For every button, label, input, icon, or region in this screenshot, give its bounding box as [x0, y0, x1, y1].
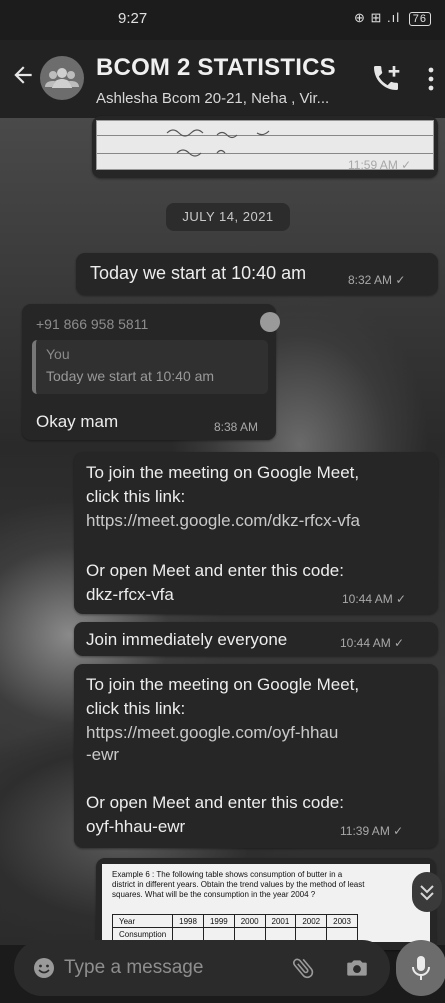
incoming-message[interactable]: +91 866 958 5811 You Today we start at 1…: [22, 304, 280, 440]
textbook-photo: Example 6 : The following table shows co…: [102, 864, 430, 942]
date-separator: JULY 14, 2021: [166, 203, 290, 231]
message-text: Join immediately everyone: [86, 630, 288, 649]
outgoing-message[interactable]: Join immediately everyone 10:44 AM ✓: [74, 622, 438, 656]
add-call-icon[interactable]: [370, 62, 402, 94]
mic-icon: [412, 956, 430, 980]
outgoing-message[interactable]: Today we start at 10:40 am 8:32 AM ✓: [76, 253, 438, 295]
message-text: click this link:: [86, 699, 186, 718]
read-tick-icon: ✓: [394, 636, 405, 650]
chat-title[interactable]: BCOM 2 STATISTICS: [96, 54, 336, 82]
read-tick-icon: ✓: [396, 592, 407, 606]
table-cell: Year: [111, 914, 174, 928]
message-input[interactable]: [64, 952, 284, 984]
doc-table: Year 1998 1999 2000 2001 2002 2003 Consu…: [111, 914, 358, 941]
table-cell: 2002: [295, 914, 328, 928]
chat-header: BCOM 2 STATISTICS Ashlesha Bcom 20-21, N…: [0, 40, 445, 118]
read-tick-icon: ✓: [395, 273, 406, 287]
attach-icon[interactable]: [290, 955, 316, 981]
message-composer: [14, 940, 390, 996]
message-time: 10:44 AM ✓: [342, 592, 406, 606]
meet-link[interactable]: https://meet.google.com/oyf-hhau: [86, 722, 338, 744]
quoted-text: Today we start at 10:40 am: [46, 368, 215, 384]
message-time-text: 8:32 AM: [348, 273, 393, 287]
message-text: To join the meeting on Google Meet,: [86, 675, 360, 694]
status-icons: ⊕ ⊞ .ıl 76: [354, 10, 431, 26]
table-cell: [326, 927, 358, 941]
message-time: 8:32 AM ✓: [348, 273, 405, 287]
read-tick-icon: ✓: [393, 824, 404, 838]
doc-line: district in different years. Obtain the …: [112, 880, 365, 889]
read-tick-icon: ✓: [401, 158, 412, 172]
sender-number[interactable]: +91 866 958 5811: [36, 316, 148, 332]
table-cell: 2003: [326, 914, 358, 928]
meet-link-continued[interactable]: -ewr: [86, 744, 119, 766]
message-time: 11:59 AM ✓: [348, 158, 411, 172]
message-time-text: 10:44 AM: [342, 592, 393, 606]
group-avatar-icon: [45, 68, 79, 88]
table-cell: 2000: [233, 914, 266, 928]
back-arrow-icon[interactable]: [10, 62, 36, 88]
sender-avatar[interactable]: [260, 312, 280, 332]
message-time: 11:39 AM ✓: [340, 824, 403, 838]
handwriting-scribble: [166, 129, 270, 157]
table-cell: [202, 927, 235, 941]
image-message-bubble[interactable]: 11:59 AM ✓: [92, 116, 438, 178]
table-cell: [172, 927, 204, 941]
table-cell: [233, 927, 266, 941]
meet-code: oyf-hhau-ewr: [86, 817, 186, 836]
table-cell: 1999: [202, 914, 235, 928]
doc-line: Example 6 : The following table shows co…: [112, 870, 343, 879]
image-message-bubble[interactable]: Example 6 : The following table shows co…: [96, 858, 436, 950]
message-text: Or open Meet and enter this code:: [86, 561, 344, 580]
group-avatar[interactable]: [40, 56, 84, 100]
table-cell: 1998: [172, 914, 204, 928]
table-row: Year 1998 1999 2000 2001 2002 2003: [111, 914, 358, 928]
voice-message-button[interactable]: [396, 940, 445, 996]
outgoing-message[interactable]: To join the meeting on Google Meet, clic…: [74, 664, 438, 848]
meet-code: dkz-rfcx-vfa: [86, 585, 174, 604]
quoted-author: You: [46, 346, 70, 362]
emoji-icon[interactable]: [32, 956, 56, 980]
signal-icons: ⊕ ⊞ .ıl: [354, 10, 401, 25]
table-cell: [295, 927, 328, 941]
quoted-message[interactable]: You Today we start at 10:40 am: [32, 340, 268, 394]
message-time-text: 11:39 AM: [340, 824, 390, 838]
outgoing-message[interactable]: To join the meeting on Google Meet, clic…: [74, 452, 438, 614]
chevron-down-icon: [420, 885, 434, 901]
camera-icon[interactable]: [344, 955, 370, 981]
table-cell: 2001: [264, 914, 297, 928]
message-time-text: 11:59 AM: [348, 158, 398, 172]
battery-indicator: 76: [408, 12, 431, 26]
message-text: Today we start at 10:40 am: [90, 263, 307, 283]
message-text: To join the meeting on Google Meet,: [86, 463, 360, 482]
chat-participants[interactable]: Ashlesha Bcom 20-21, Neha , Vir...: [96, 90, 329, 107]
table-row: Consumption: [111, 927, 358, 941]
doc-line: squares. What will be the consumption in…: [112, 890, 316, 899]
message-time: 10:44 AM ✓: [340, 636, 404, 650]
message-text: Or open Meet and enter this code:: [86, 793, 344, 812]
more-vert-icon[interactable]: [428, 66, 434, 92]
message-text: click this link:: [86, 487, 186, 506]
status-time: 9:27: [118, 10, 148, 27]
table-cell: [264, 927, 297, 941]
scroll-to-bottom-button[interactable]: [412, 872, 442, 912]
message-time: 8:38 AM: [214, 420, 259, 434]
message-time-text: 10:44 AM: [340, 636, 391, 650]
table-cell: Consumption: [111, 927, 174, 941]
status-bar: 9:27 ⊕ ⊞ .ıl 76: [0, 0, 445, 40]
meet-link[interactable]: https://meet.google.com/dkz-rfcx-vfa: [86, 510, 360, 532]
message-text: Okay mam: [36, 412, 119, 431]
